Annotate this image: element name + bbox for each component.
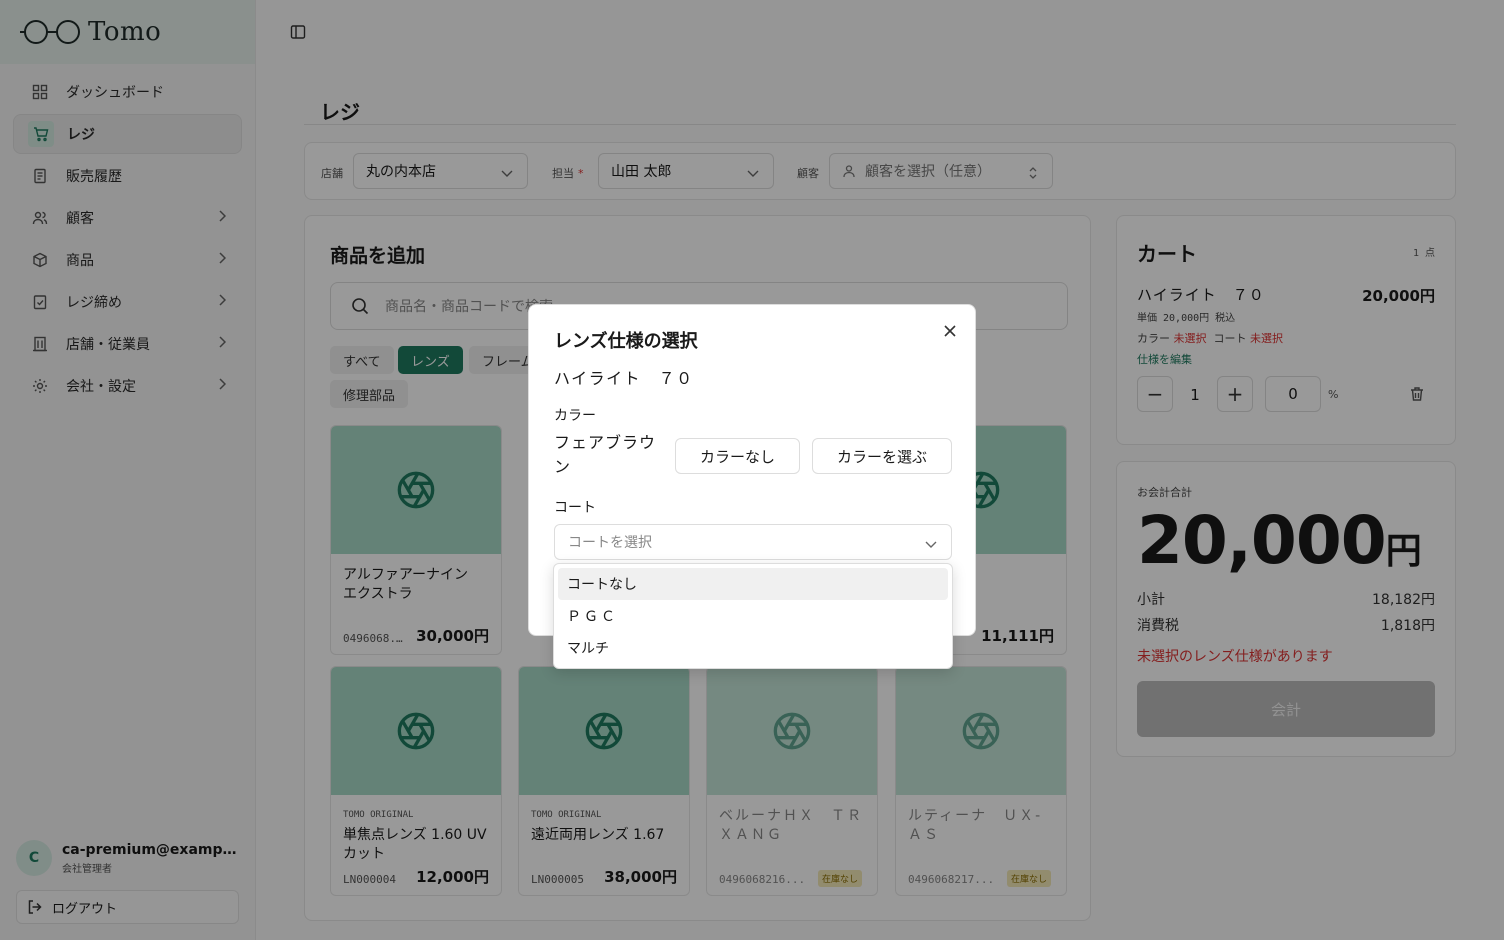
coat-option-pgc[interactable]: ＰＧＣ xyxy=(558,600,948,632)
coat-options-listbox: コートなし ＰＧＣ マルチ xyxy=(553,563,953,669)
selected-color-value: フェアブラウン xyxy=(554,433,657,476)
dialog-product-name: ハイライト ７０ xyxy=(554,369,694,388)
coat-placeholder: コートを選択 xyxy=(568,535,652,551)
chevron-down-icon xyxy=(925,537,937,553)
choose-color-button[interactable]: カラーを選ぶ xyxy=(812,438,952,474)
dialog-title: レンズ仕様の選択 xyxy=(554,331,698,352)
coat-select[interactable]: コートを選択 xyxy=(554,524,952,560)
coat-section-label: コート xyxy=(554,500,596,516)
no-color-button[interactable]: カラーなし xyxy=(675,438,800,474)
color-section-label: カラー xyxy=(554,408,596,424)
close-icon[interactable] xyxy=(943,323,957,337)
coat-option-none[interactable]: コートなし xyxy=(558,568,948,600)
coat-option-multi[interactable]: マルチ xyxy=(558,632,948,664)
